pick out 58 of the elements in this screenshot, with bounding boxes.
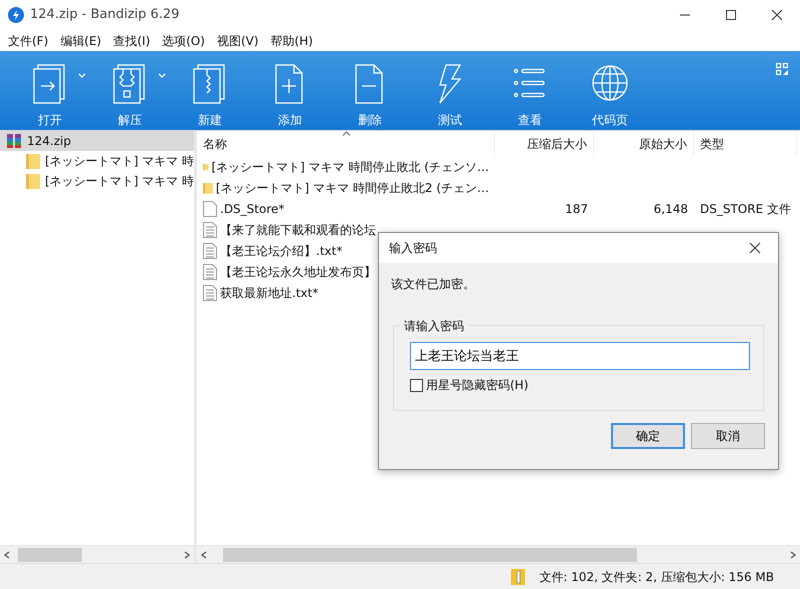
- text-file-icon: [203, 222, 217, 238]
- menu-item[interactable]: 帮助(H): [266, 32, 317, 50]
- dialog-title: 输入密码: [389, 240, 437, 257]
- window-title: 124.zip - Bandizip 6.29: [30, 6, 180, 24]
- caret-icon[interactable]: [78, 73, 86, 78]
- toolbar-button[interactable]: 删除: [330, 51, 410, 130]
- password-field[interactable]: 上老王论坛当老王: [410, 342, 750, 370]
- menu-item[interactable]: 选项(O): [158, 32, 209, 50]
- file-name: 【来了就能下載和观看的论坛: [220, 222, 376, 238]
- dialog-button[interactable]: 取消: [691, 423, 765, 449]
- file-name: 【老王论坛介绍】.txt*: [220, 242, 342, 260]
- toolbar-button[interactable]: 新建: [170, 51, 250, 130]
- archive-icon: [6, 133, 22, 149]
- folder-icon: [26, 153, 40, 169]
- close-icon: [749, 242, 761, 254]
- toolbar-button[interactable]: 查看: [490, 51, 570, 130]
- file-name: 【老王论坛永久地址发布页】: [220, 264, 376, 280]
- file-name: [ネッシートマト] マキマ 時間停止敗北2 (チェン…: [216, 180, 489, 196]
- archive-lock-icon: [511, 568, 526, 586]
- menu-item[interactable]: 视图(V): [212, 32, 263, 50]
- toolbar-button[interactable]: 解压: [90, 51, 170, 130]
- file-type: DS_STORE 文件: [700, 200, 791, 218]
- close-icon: [771, 9, 783, 21]
- file-name: 获取最新地址.txt*: [220, 284, 318, 302]
- column-header[interactable]: 压缩后大小: [495, 131, 594, 156]
- group-label: 请输入密码: [400, 317, 468, 335]
- toolbar-button[interactable]: 测试: [410, 51, 490, 130]
- packed-size: 187: [565, 200, 588, 218]
- file-icon: [203, 200, 217, 216]
- tree-item[interactable]: [ネッシートマト] マキマ 時: [0, 151, 194, 171]
- mask-checkbox[interactable]: 用星号隐藏密码(H): [410, 376, 747, 394]
- column-header[interactable]: 原始大小: [594, 131, 694, 156]
- toolbar-button[interactable]: 添加: [250, 51, 330, 130]
- tree-item[interactable]: [ネッシートマト] マキマ 時: [0, 171, 194, 191]
- dialog-message: 该文件已加密。: [390, 276, 476, 293]
- maximize-icon: [725, 9, 737, 21]
- file-name: [ネッシートマト] マキマ 時間停止敗北 (チェンソ…: [212, 158, 489, 176]
- menu-item[interactable]: 编辑(E): [56, 32, 106, 50]
- menu-item[interactable]: 查找(I): [109, 32, 154, 50]
- toolbar-button[interactable]: 代码页: [570, 51, 650, 130]
- menu-item[interactable]: 文件(F): [4, 32, 52, 50]
- file-name: .DS_Store*: [220, 200, 284, 218]
- folder-icon: [26, 173, 40, 189]
- text-file-icon: [203, 284, 217, 300]
- status-text: 文件: 102, 文件夹: 2, 压缩包大小: 156 MB: [539, 568, 774, 586]
- layout-icon[interactable]: [776, 63, 788, 75]
- toolbar-button[interactable]: 打开: [10, 51, 90, 130]
- column-header[interactable]: 类型: [694, 131, 797, 156]
- tree-item[interactable]: 124.zip: [0, 131, 194, 151]
- column-header[interactable]: 名称: [197, 131, 495, 156]
- scrollbar-thumb[interactable]: [18, 548, 82, 562]
- original-size: 6,148: [654, 200, 688, 218]
- dialog-button[interactable]: 确定: [611, 423, 685, 449]
- caret-icon[interactable]: [158, 73, 166, 78]
- text-file-icon: [203, 242, 217, 258]
- scrollbar-thumb[interactable]: [223, 548, 637, 562]
- text-file-icon: [203, 264, 217, 280]
- app-logo-icon: [8, 7, 24, 23]
